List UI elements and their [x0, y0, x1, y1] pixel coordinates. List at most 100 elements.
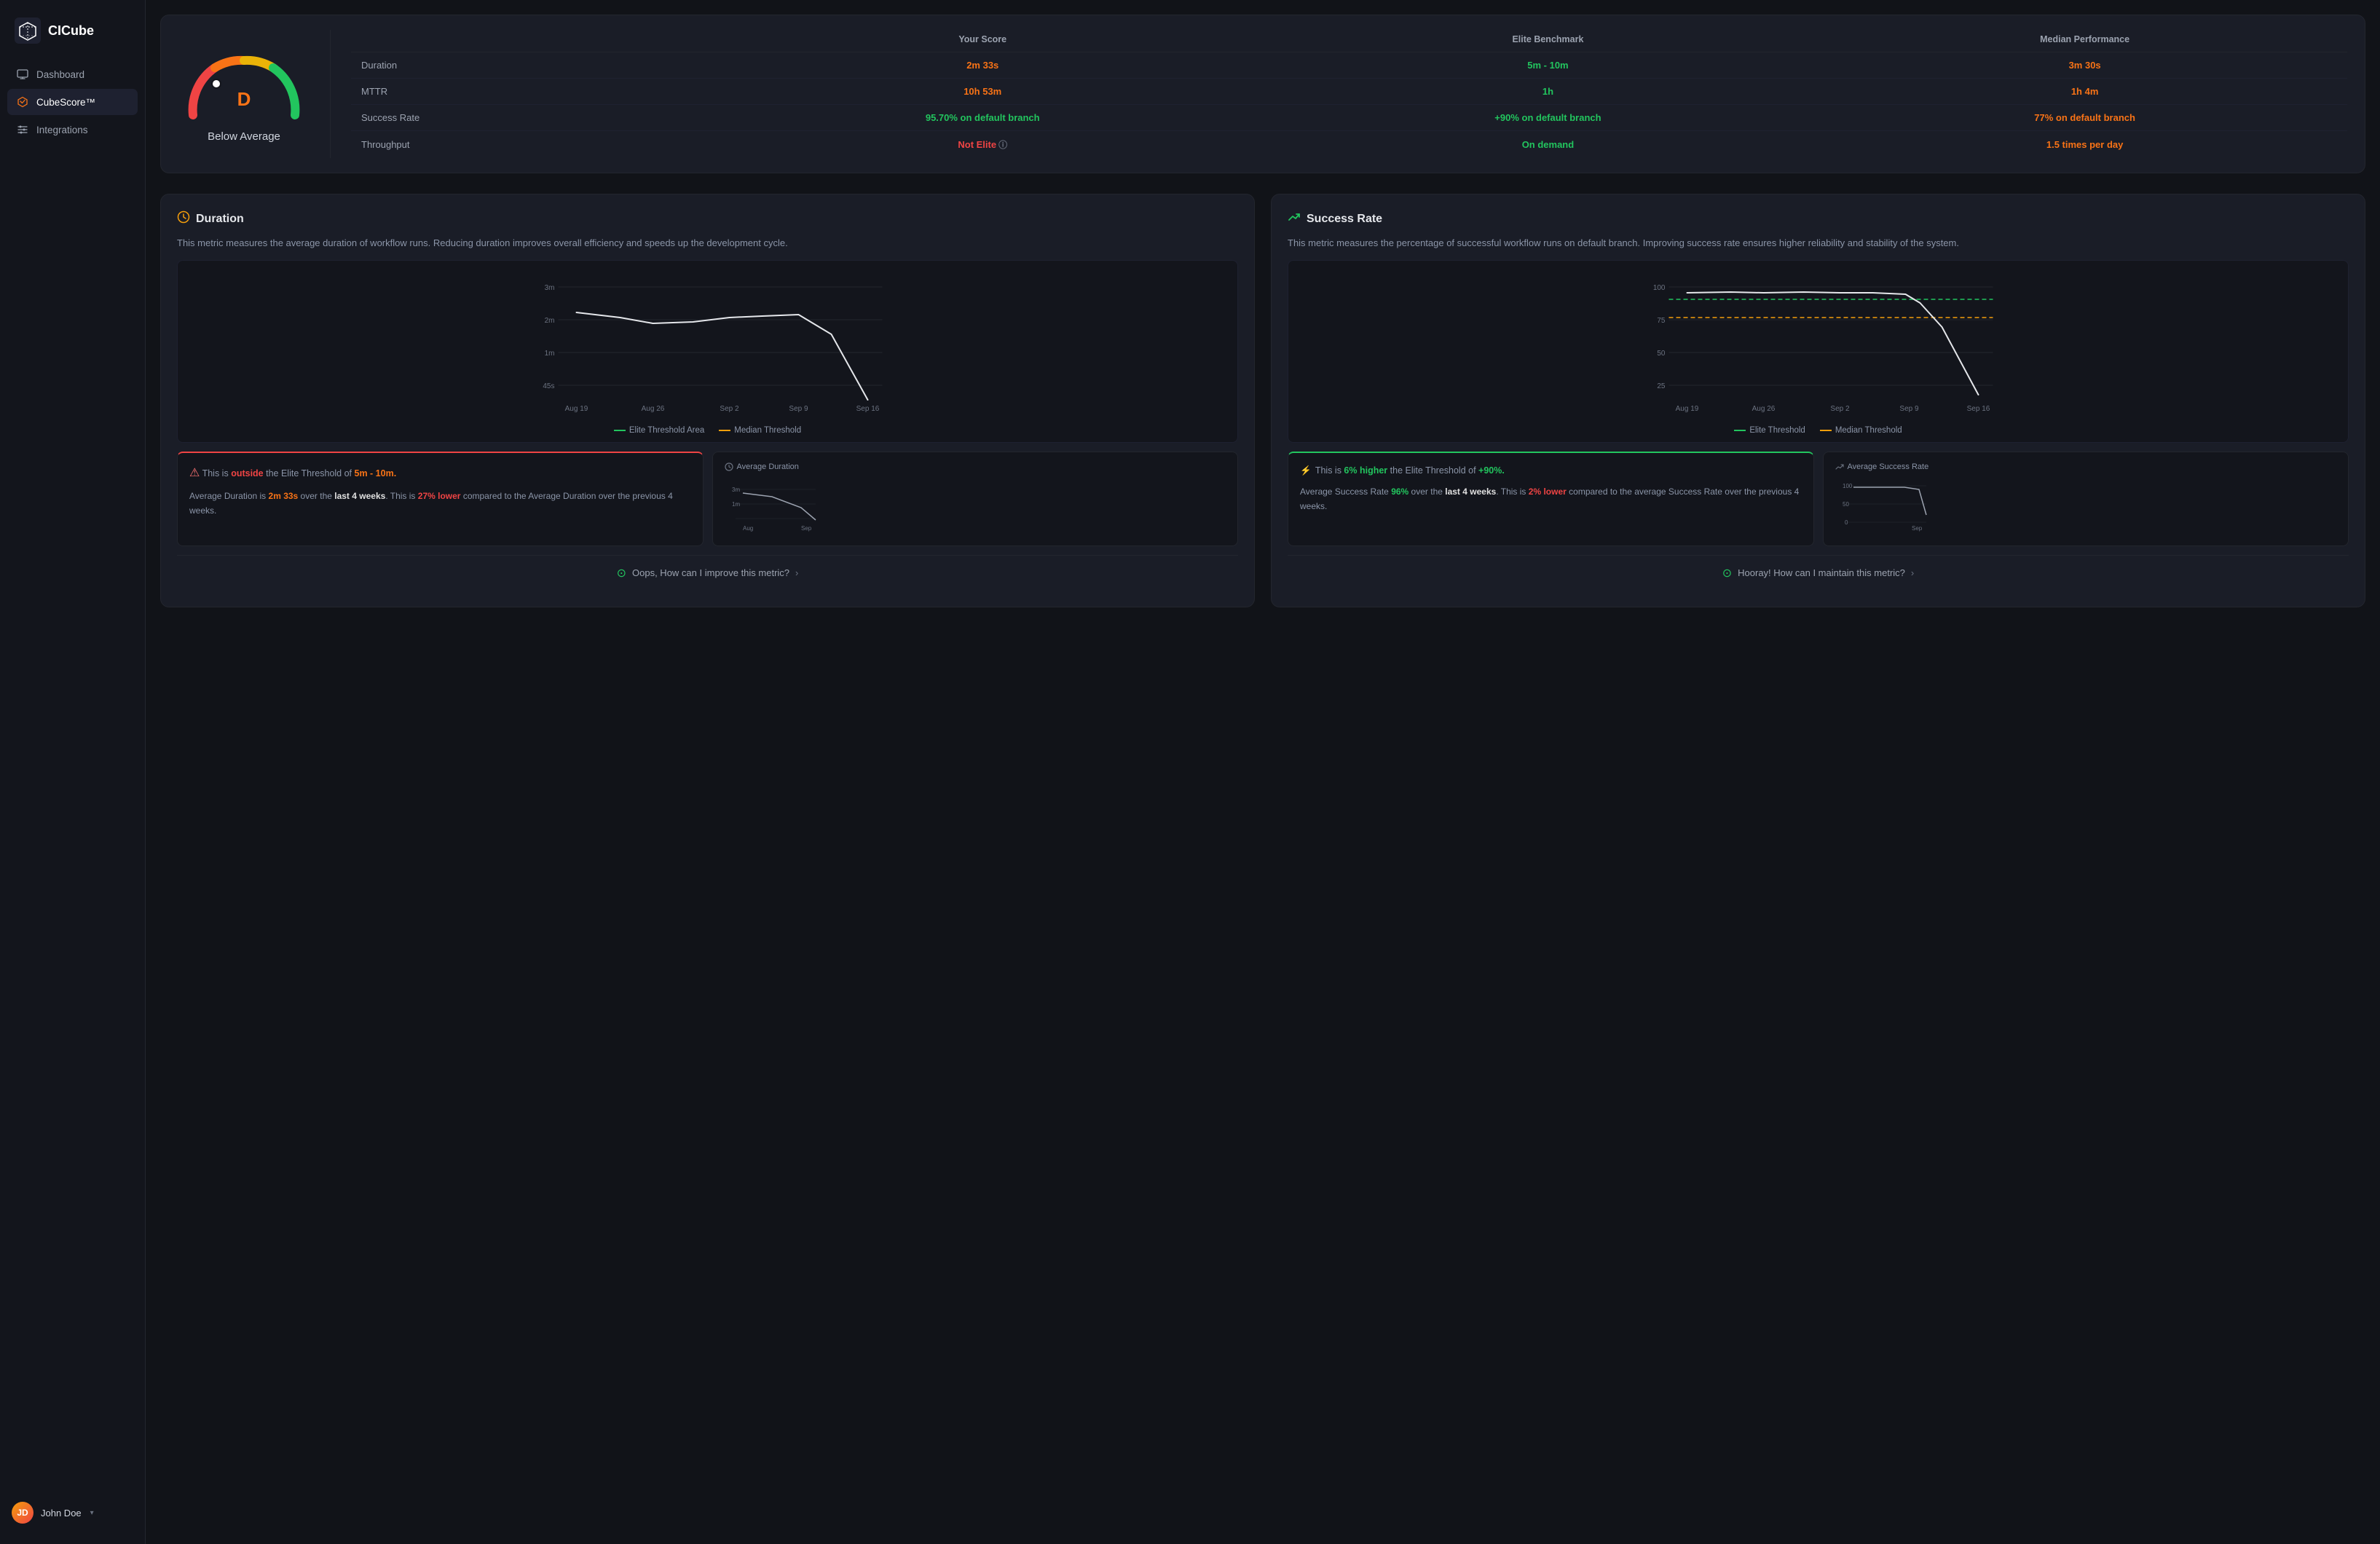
alert-triangle-icon: ⚠: [189, 467, 200, 479]
elite-cell: On demand: [1274, 131, 1823, 159]
improve-label: Oops, How can I improve this metric?: [632, 567, 789, 578]
svg-text:3m: 3m: [545, 284, 555, 292]
avg-duration-val: 2m 33s: [269, 491, 299, 501]
success-mini-svg: 100 50 0 Sep: [1835, 475, 1937, 533]
elite-cell: +90% on default branch: [1274, 105, 1823, 131]
metric-cell: Success Rate: [351, 105, 692, 131]
success-chart-legend: Elite Threshold Median Threshold: [1300, 426, 2336, 435]
mini-label-text: Average Duration: [737, 462, 799, 471]
gauge-container: D Below Average: [178, 30, 331, 158]
user-profile[interactable]: JD John Doe ▾: [0, 1493, 145, 1532]
table-row: MTTR 10h 53m 1h 1h 4m: [351, 79, 2347, 105]
chevron-right-icon: ›: [795, 567, 798, 578]
legend-elite-sr-label: Elite Threshold: [1749, 426, 1805, 435]
sidebar-item-cubescore[interactable]: CubeScore™: [7, 89, 138, 115]
sr-threshold-value: +90%.: [1478, 465, 1505, 476]
sidebar-item-label: Integrations: [36, 125, 88, 135]
sidebar: CICube Dashboard CubeScore™: [0, 0, 146, 1544]
sidebar-item-label: CubeScore™: [36, 97, 95, 108]
higher-suffix: the Elite Threshold of: [1390, 465, 1478, 476]
success-rate-section: Success Rate This metric measures the pe…: [1271, 194, 2365, 607]
outside-suffix: the Elite Threshold of: [266, 468, 354, 478]
svg-text:Sep: Sep: [801, 525, 812, 532]
score-table: Your Score Elite Benchmark Median Perfor…: [351, 30, 2347, 158]
your-score-cell: Not Eliteⓘ: [692, 131, 1274, 159]
improve-button[interactable]: ⊙ Oops, How can I improve this metric? ›: [177, 555, 1238, 591]
median-cell: 3m 30s: [1822, 52, 2347, 79]
success-mini-chart: Average Success Rate 100 50 0 Sep: [1835, 462, 1937, 535]
user-name: John Doe: [41, 1508, 82, 1519]
svg-text:100: 100: [1653, 284, 1666, 292]
hexagon-icon: [16, 95, 29, 109]
change-percent: 27% lower: [418, 491, 461, 501]
your-score-cell: 95.70% on default branch: [692, 105, 1274, 131]
svg-text:Sep: Sep: [1912, 525, 1923, 532]
svg-text:Aug 19: Aug 19: [1676, 405, 1699, 413]
maintain-label: Hooray! How can I maintain this metric?: [1738, 567, 1905, 578]
your-score-cell: 2m 33s: [692, 52, 1274, 79]
success-mini-chart-card: Average Success Rate 100 50 0 Sep: [1823, 452, 2349, 546]
svg-text:Aug 26: Aug 26: [642, 405, 665, 413]
svg-text:Aug: Aug: [743, 525, 753, 532]
svg-text:Sep 9: Sep 9: [789, 405, 808, 413]
duration-section: Duration This metric measures the averag…: [160, 194, 1255, 607]
metric-cell: Duration: [351, 52, 692, 79]
app-name: CICube: [48, 23, 94, 39]
duration-mini-svg: 3m 1m Aug Sep: [725, 475, 827, 533]
success-desc: This metric measures the percentage of s…: [1288, 236, 2349, 251]
bolt-icon: ⚡: [1300, 465, 1312, 476]
improve-icon: ⊙: [617, 566, 626, 580]
success-alert-text: ⚡ This is 6% higher the Elite Threshold …: [1300, 463, 1802, 535]
success-alert-card: ⚡ This is 6% higher the Elite Threshold …: [1288, 452, 1814, 546]
maintain-button[interactable]: ⊙ Hooray! How can I maintain this metric…: [1288, 555, 2349, 591]
threshold-value: 5m - 10m.: [355, 468, 397, 478]
success-title: Success Rate: [1307, 213, 1382, 226]
svg-text:Aug 26: Aug 26: [1752, 405, 1776, 413]
col-header-elite: Elite Benchmark: [1274, 30, 1823, 52]
sr-val: 96%: [1391, 487, 1408, 497]
logo-area: CICube: [0, 12, 145, 61]
table-row: Duration 2m 33s 5m - 10m 3m 30s: [351, 52, 2347, 79]
success-header: Success Rate: [1288, 210, 2349, 227]
sidebar-item-dashboard[interactable]: Dashboard: [7, 61, 138, 87]
trending-up-icon: [1288, 210, 1301, 227]
metric-cell: MTTR: [351, 79, 692, 105]
sr-mini-label-text: Average Success Rate: [1848, 462, 1929, 471]
chevron-down-icon: ▾: [90, 1509, 94, 1517]
sidebar-item-integrations[interactable]: Integrations: [7, 117, 138, 143]
success-chart-svg: 100 75 50 25 Aug 19 Aug 26 Sep 2 Sep 9 S…: [1300, 272, 2336, 418]
duration-chart-area: 3m 2m 1m 45s Aug 19 Aug 26 Sep 2 Sep 9 S…: [177, 260, 1238, 443]
svg-text:D: D: [237, 88, 251, 110]
elite-dot: [614, 430, 626, 431]
svg-text:0: 0: [1845, 519, 1848, 526]
duration-chart-legend: Elite Threshold Area Median Threshold: [189, 426, 1226, 435]
svg-text:25: 25: [1657, 382, 1666, 390]
legend-median: Median Threshold: [719, 426, 801, 435]
avatar: JD: [12, 1502, 34, 1524]
svg-text:1m: 1m: [545, 350, 555, 358]
svg-text:75: 75: [1657, 317, 1666, 325]
median-cell: 1.5 times per day: [1822, 131, 2347, 159]
col-header-your: Your Score: [692, 30, 1274, 52]
duration-desc: This metric measures the average duratio…: [177, 236, 1238, 251]
your-score-cell: 10h 53m: [692, 79, 1274, 105]
main-content: D Below Average Your Score Elite Benchma…: [146, 0, 2380, 1544]
median-cell: 77% on default branch: [1822, 105, 2347, 131]
score-card: D Below Average Your Score Elite Benchma…: [160, 15, 2365, 173]
higher-prefix: This is: [1315, 465, 1344, 476]
cube-icon: [15, 17, 41, 44]
duration-alert-card: ⚠ This is outside the Elite Threshold of…: [177, 452, 704, 546]
svg-text:Sep 2: Sep 2: [1830, 405, 1850, 413]
svg-text:Aug 19: Aug 19: [565, 405, 588, 413]
score-table-wrap: Your Score Elite Benchmark Median Perfor…: [351, 30, 2347, 158]
outside-prefix: This is: [202, 468, 232, 478]
svg-text:Sep 2: Sep 2: [720, 405, 739, 413]
duration-mini-chart: Average Duration 3m 1m Aug Sep: [725, 462, 827, 535]
gauge-svg: D: [178, 46, 310, 126]
success-chart-area: 100 75 50 25 Aug 19 Aug 26 Sep 2 Sep 9 S…: [1288, 260, 2349, 443]
svg-text:Sep 16: Sep 16: [856, 405, 880, 413]
duration-header: Duration: [177, 210, 1238, 227]
table-row: Throughput Not Eliteⓘ On demand 1.5 time…: [351, 131, 2347, 159]
svg-text:50: 50: [1657, 350, 1666, 358]
sections-grid: Duration This metric measures the averag…: [160, 194, 2365, 607]
